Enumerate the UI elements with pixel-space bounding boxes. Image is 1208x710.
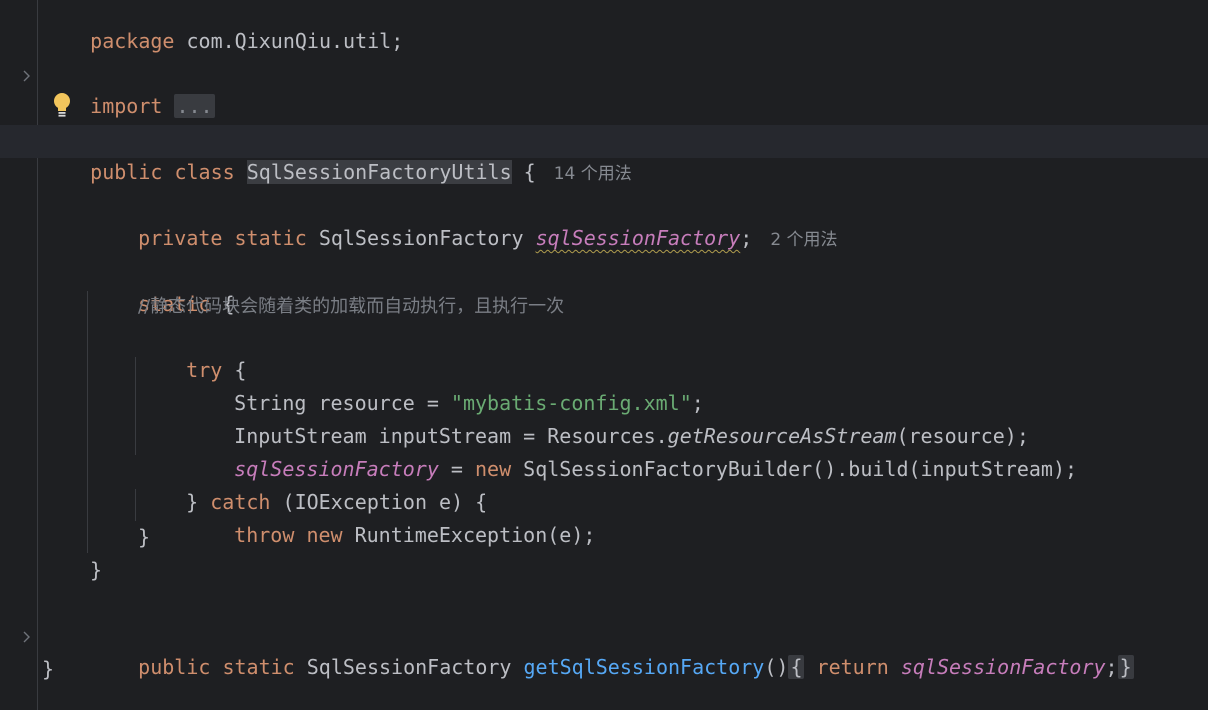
method-name[interactable]: getSqlSessionFactory <box>524 655 765 679</box>
code-line-catch[interactable]: } catch (IOException e) { <box>138 457 487 514</box>
fold-arrow-icon[interactable] <box>20 69 34 83</box>
indent-guide <box>135 489 136 521</box>
keyword-return: return <box>816 655 889 679</box>
indent-guide <box>135 357 136 455</box>
builder-call: SqlSessionFactoryBuilder().build(inputSt… <box>511 457 1078 481</box>
class-close-brace[interactable]: } <box>42 654 54 684</box>
keyword-package: package <box>90 29 175 53</box>
exception-constructor: RuntimeException(e); <box>342 523 596 547</box>
keyword-static: static <box>222 655 295 679</box>
keyword-private: private <box>138 226 223 250</box>
keyword-throw: throw <box>234 523 295 547</box>
code-line-class-declaration[interactable]: public class SqlSessionFactoryUtils {14 … <box>42 127 632 184</box>
method-parens: () <box>764 655 789 679</box>
code-line-try[interactable]: try { <box>138 325 246 382</box>
code-line-field-declaration[interactable]: private static SqlSessionFactory sqlSess… <box>90 193 837 250</box>
keyword-public: public <box>138 655 211 679</box>
code-line-throw[interactable]: throw new RuntimeException(e); <box>186 490 595 547</box>
return-type: SqlSessionFactory <box>306 655 512 679</box>
package-name: com.QixunQiu.util; <box>174 29 404 53</box>
catch-close-brace[interactable]: } <box>138 522 150 552</box>
folded-open-brace[interactable]: { <box>788 655 805 679</box>
class-open-brace: { <box>511 160 536 184</box>
fold-arrow-icon[interactable] <box>20 630 34 644</box>
field-semicolon: ; <box>740 226 753 250</box>
keyword-class: class <box>174 160 235 184</box>
field-reference[interactable]: sqlSessionFactory <box>901 655 1106 679</box>
field-name[interactable]: sqlSessionFactory <box>536 226 741 250</box>
keyword-public: public <box>90 160 163 184</box>
gutter-divider <box>37 0 38 710</box>
return-semicolon: ; <box>1105 655 1118 679</box>
keyword-import: import <box>90 94 163 118</box>
keyword-static: static <box>234 226 307 250</box>
code-editor[interactable]: package com.QixunQiu.util; import ... pu… <box>0 0 1208 710</box>
code-line-input-stream[interactable]: InputStream inputStream = Resources.getR… <box>186 391 1029 448</box>
indent-guide <box>87 291 88 553</box>
import-fold-placeholder[interactable]: ... <box>174 94 215 118</box>
keyword-new: new <box>306 523 343 547</box>
usages-hint[interactable]: 2 个用法 <box>770 230 837 250</box>
code-line-import[interactable]: import ... <box>42 61 215 118</box>
folded-close-brace[interactable]: } <box>1117 655 1134 679</box>
static-close-brace[interactable]: } <box>90 555 102 585</box>
code-line-package[interactable]: package com.QixunQiu.util; <box>42 0 403 53</box>
code-line-assignment[interactable]: sqlSessionFactory = new SqlSessionFactor… <box>186 424 1077 481</box>
code-line-resource[interactable]: String resource = "mybatis-config.xml"; <box>186 358 704 415</box>
class-name[interactable]: SqlSessionFactoryUtils <box>246 160 512 184</box>
usages-hint[interactable]: 14 个用法 <box>554 164 632 184</box>
code-line-static-block[interactable]: static { <box>90 259 234 316</box>
field-type: SqlSessionFactory <box>318 226 524 250</box>
code-line-getter[interactable]: public static SqlSessionFactory getSqlSe… <box>90 622 1134 679</box>
code-comment[interactable]: //静态代码块会随着类的加载而自动执行，且执行一次 <box>138 292 564 322</box>
